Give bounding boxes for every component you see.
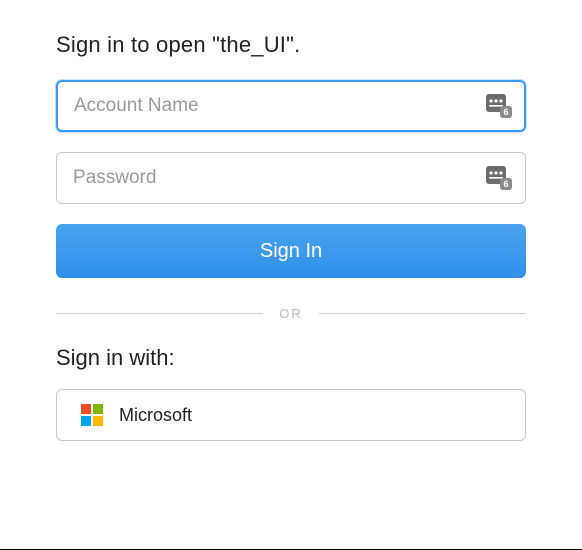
password-field-wrap: 6	[56, 152, 526, 204]
sso-heading: Sign in with:	[56, 345, 526, 371]
divider-label: OR	[263, 306, 319, 321]
sso-microsoft-button[interactable]: Microsoft	[56, 389, 526, 441]
sso-provider-label: Microsoft	[119, 405, 192, 426]
divider-or: OR	[56, 306, 526, 321]
signin-title: Sign in to open "the_UI".	[56, 32, 526, 58]
divider-line-right	[319, 313, 526, 314]
divider-line-left	[56, 313, 263, 314]
account-name-input[interactable]	[56, 80, 526, 132]
password-input[interactable]	[56, 152, 526, 204]
microsoft-logo-icon	[81, 404, 103, 426]
signin-button[interactable]: Sign In	[56, 224, 526, 278]
account-field-wrap: 6	[56, 80, 526, 132]
